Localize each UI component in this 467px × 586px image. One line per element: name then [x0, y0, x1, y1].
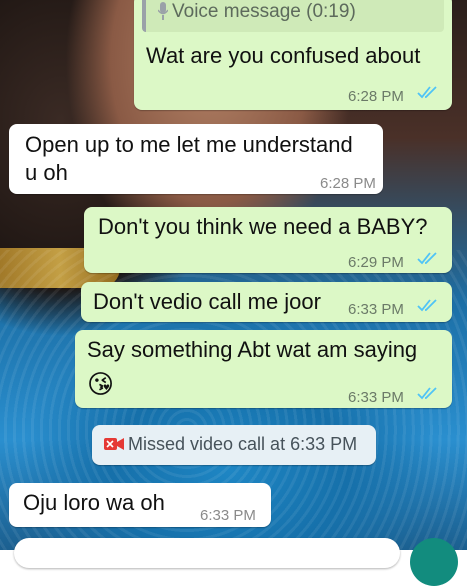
- message-bubble-outgoing[interactable]: Say something Abt wat am saying 😘 6:33 P…: [75, 330, 452, 408]
- double-check-read-icon: [417, 387, 437, 400]
- send-voice-button[interactable]: [410, 538, 458, 586]
- missed-call-text: Missed video call at 6:33 PM: [128, 434, 358, 454]
- message-time: 6:28 PM: [320, 175, 376, 192]
- message-text: Don't you think we need a BABY?: [98, 214, 428, 239]
- message-bubble-outgoing[interactable]: Don't vedio call me joor 6:33 PM: [81, 282, 452, 322]
- message-bubble-incoming[interactable]: Oju loro wa oh 6:33 PM: [9, 483, 271, 527]
- quoted-voice-message[interactable]: Voice message (0:19): [142, 0, 444, 32]
- message-bubble-incoming[interactable]: Open up to me let me understand u oh 6:2…: [9, 124, 383, 194]
- message-bubble-outgoing[interactable]: Voice message (0:19) Wat are you confuse…: [134, 0, 452, 110]
- message-time: 6:33 PM: [348, 389, 404, 406]
- message-bubble-outgoing[interactable]: Don't you think we need a BABY? 6:29 PM: [84, 207, 452, 273]
- kiss-emoji: 😘: [87, 369, 115, 399]
- missed-video-call-notice[interactable]: Missed video call at 6:33 PM: [92, 425, 376, 465]
- double-check-read-icon: [417, 299, 437, 312]
- message-time: 6:28 PM: [348, 88, 404, 105]
- quoted-label: Voice message (0:19): [172, 1, 356, 22]
- missed-video-call-icon: [104, 438, 124, 450]
- message-text-line-1: Open up to me let me understand: [25, 132, 353, 157]
- double-check-read-icon: [417, 86, 437, 99]
- message-text: Say something Abt wat am saying: [87, 337, 418, 362]
- message-input[interactable]: [14, 538, 400, 568]
- message-text-line-2: u oh: [25, 160, 68, 185]
- microphone-icon: [158, 2, 168, 20]
- double-check-read-icon: [417, 252, 437, 265]
- message-time: 6:29 PM: [348, 254, 404, 271]
- message-time: 6:33 PM: [348, 301, 404, 318]
- message-text: Wat are you confused about: [146, 43, 421, 68]
- message-time: 6:33 PM: [200, 507, 256, 524]
- message-text: Don't vedio call me joor: [93, 289, 321, 314]
- message-text: Oju loro wa oh: [23, 490, 165, 515]
